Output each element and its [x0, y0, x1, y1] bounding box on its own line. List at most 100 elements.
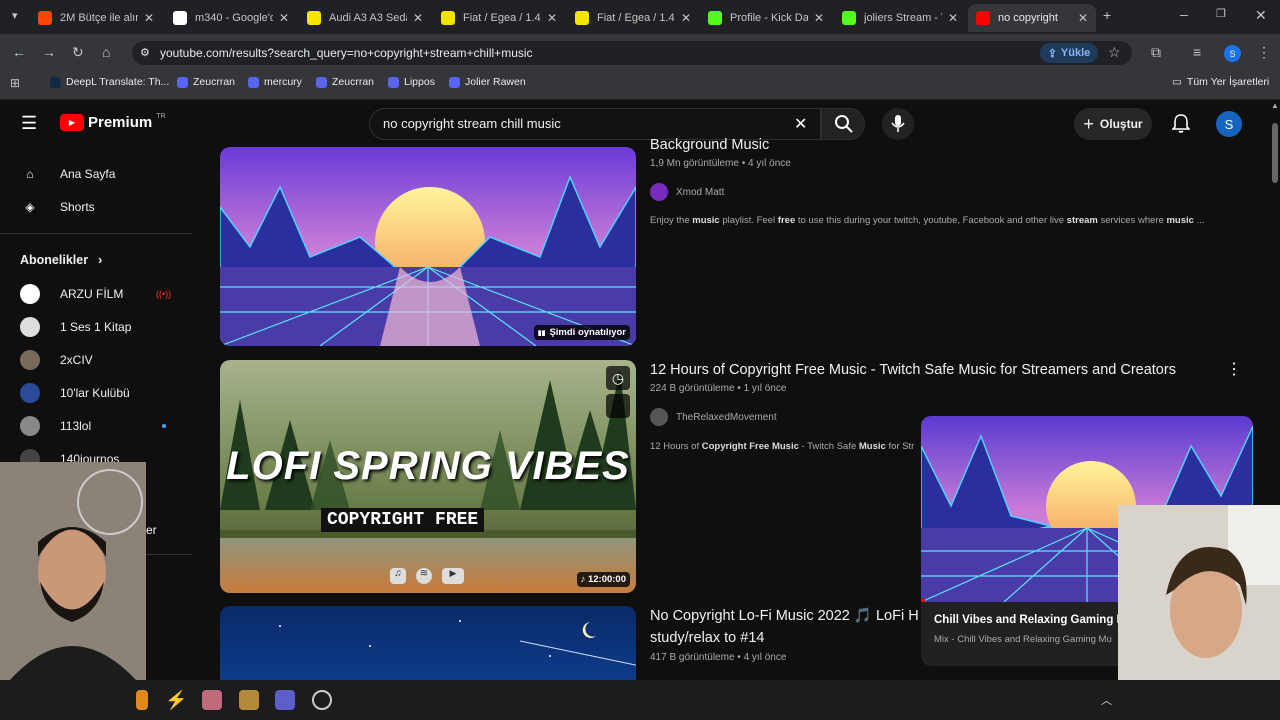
channel-avatar	[650, 183, 668, 201]
channel-avatar	[20, 284, 40, 304]
video-meta-1: 1,9 Mn görüntüleme • 4 yıl önce	[650, 158, 791, 169]
thumb-subtitle: COPYRIGHT FREE	[321, 508, 485, 532]
bookmark-item[interactable]: Zeucrran	[177, 76, 235, 88]
channel-avatar	[20, 350, 40, 370]
close-tab-icon[interactable]: ✕	[413, 11, 423, 25]
ghost-app-icon[interactable]	[202, 690, 222, 710]
create-button[interactable]: + Oluştur	[1074, 108, 1152, 140]
app-icon-orange[interactable]	[136, 690, 148, 710]
video-title-1[interactable]: Background Music	[650, 134, 769, 156]
sidebar-divider	[146, 554, 192, 555]
favicon-icon	[307, 11, 321, 25]
browser-tab[interactable]: Profile - Kick Da ✕	[700, 4, 832, 32]
bookmark-item[interactable]: Lippos	[388, 76, 435, 88]
channel-avatar	[650, 408, 668, 426]
tab-search-icon[interactable]: ▾	[12, 9, 18, 22]
menu-icon[interactable]: ⋮	[1257, 44, 1271, 61]
scrollbar-thumb[interactable]	[1272, 123, 1278, 183]
favicon-icon	[708, 11, 722, 25]
search-button[interactable]	[821, 108, 865, 140]
apps-icon[interactable]: ⊞	[10, 76, 20, 90]
plus-icon: +	[1083, 113, 1094, 134]
lightning-app-icon[interactable]: ⚡	[165, 690, 187, 710]
browser-tab[interactable]: joliers Stream - V ✕	[834, 4, 966, 32]
bookmark-item[interactable]: Zeucrran	[316, 76, 374, 88]
bookmark-item[interactable]: Jolier Rawen	[449, 76, 526, 88]
browser-tab[interactable]: 2M Bütçe ile alın ✕	[30, 4, 162, 32]
watch-later-icon[interactable]: ◷	[606, 366, 630, 390]
new-content-dot	[162, 424, 166, 428]
all-bookmarks[interactable]: ▭ Tüm Yer İşaretleri	[1172, 76, 1269, 88]
sidebar-divider	[0, 233, 192, 234]
video-thumbnail-1[interactable]: ▮▮ Şimdi oynatılıyor	[220, 147, 636, 346]
close-tab-icon[interactable]: ✕	[144, 11, 154, 25]
youtube-logo[interactable]: ▶ Premium TR	[60, 113, 166, 131]
sidebar-item-shorts[interactable]: ◈ Shorts	[0, 191, 192, 223]
close-window-icon[interactable]: ✕	[1255, 7, 1267, 24]
close-tab-icon[interactable]: ✕	[547, 11, 557, 25]
tab-label: m340 - Google'd	[195, 12, 273, 24]
spotify-icon: ≋	[416, 568, 432, 584]
minimize-icon[interactable]: –	[1180, 6, 1188, 22]
url-bar[interactable]: ⚙ youtube.com/results?search_query=no+co…	[132, 41, 1132, 65]
new-tab-icon[interactable]: +	[1103, 7, 1111, 23]
channel-link-1[interactable]: Xmod Matt	[650, 183, 724, 201]
forward-icon[interactable]: →	[42, 44, 56, 60]
subscriptions-heading[interactable]: Abonelikler ›	[20, 253, 102, 267]
subscription-item[interactable]: ARZU FİLM ((•))	[0, 278, 192, 310]
home-icon[interactable]: ⌂	[102, 44, 110, 60]
video-more-icon[interactable]: ⋮	[1226, 359, 1242, 379]
lol-app-icon[interactable]	[239, 690, 259, 710]
video-thumbnail-3[interactable]	[220, 606, 636, 680]
maximize-icon[interactable]: ❐	[1216, 7, 1226, 20]
subscription-item[interactable]: 2xCIV	[0, 344, 192, 376]
bookmark-item[interactable]: DeepL Translate: Th...	[50, 76, 169, 88]
close-tab-icon[interactable]: ✕	[279, 11, 289, 25]
miniplayer-title[interactable]: Chill Vibes and Relaxing Gaming Mu	[934, 614, 1133, 626]
taskbar	[0, 680, 1280, 720]
subscription-item[interactable]: 1 Ses 1 Kitap	[0, 311, 192, 343]
profile-avatar[interactable]: S	[1224, 45, 1241, 62]
close-tab-icon[interactable]: ✕	[814, 11, 824, 25]
bookmark-star-icon[interactable]: ☆	[1108, 44, 1121, 61]
home-icon: ⌂	[26, 167, 34, 181]
webcam-overlay-left	[0, 462, 146, 680]
tray-chevron-icon[interactable]: ︿	[1101, 692, 1112, 708]
upload-button[interactable]: ⇪ Yükle	[1040, 43, 1098, 63]
browser-tab[interactable]: m340 - Google'd ✕	[165, 4, 297, 32]
subscription-item[interactable]: 10'lar Kulübü	[0, 377, 192, 409]
bookmark-favicon-icon	[388, 76, 399, 88]
browser-tab[interactable]: Fiat / Egea / 1.4 ✕	[433, 4, 565, 32]
teams-app-icon[interactable]	[275, 690, 295, 710]
site-info-icon[interactable]: ⚙	[140, 41, 150, 65]
bookmark-favicon-icon	[316, 76, 327, 88]
miniplayer-subtitle: Mix - Chill Vibes and Relaxing Gaming Mu	[934, 634, 1112, 645]
add-to-queue-icon[interactable]	[606, 394, 630, 418]
settings-app-icon[interactable]	[312, 690, 332, 710]
video-thumbnail-2[interactable]: LOFI SPRING VIBES COPYRIGHT FREE ♫ ≋ ▶ ◷…	[220, 360, 636, 593]
channel-link-2[interactable]: TheRelaxedMovement	[650, 408, 777, 426]
browser-tab[interactable]: no copyright ✕	[968, 4, 1096, 32]
scroll-up-icon[interactable]: ▲	[1271, 101, 1279, 110]
subscription-item[interactable]: 113lol	[0, 410, 192, 442]
video-title-3[interactable]: No Copyright Lo-Fi Music 2022 🎵 LoFi H s…	[650, 605, 920, 649]
account-avatar[interactable]: S	[1216, 111, 1242, 137]
extensions-icon[interactable]: ⧉	[1151, 44, 1161, 61]
close-tab-icon[interactable]: ✕	[1078, 11, 1088, 25]
back-icon[interactable]: ←	[12, 44, 26, 60]
notifications-bell-icon[interactable]	[1172, 114, 1190, 134]
media-icon[interactable]: ≡	[1193, 44, 1201, 60]
close-tab-icon[interactable]: ✕	[948, 11, 958, 25]
browser-tab[interactable]: Fiat / Egea / 1.4 ✕	[567, 4, 699, 32]
video-title-2[interactable]: 12 Hours of Copyright Free Music - Twitc…	[650, 359, 1176, 381]
bookmark-item[interactable]: mercury	[248, 76, 302, 88]
hamburger-icon[interactable]: ☰	[21, 113, 37, 134]
browser-tab[interactable]: Audi A3 A3 Sedan ✕	[299, 4, 431, 32]
tab-strip: ▾ 2M Bütçe ile alın ✕ m340 - Google'd ✕ Audi…	[0, 0, 1280, 34]
clear-search-icon[interactable]: ✕	[794, 114, 807, 134]
reload-icon[interactable]: ↻	[72, 44, 84, 61]
voice-search-button[interactable]	[882, 108, 914, 140]
channel-avatar	[20, 383, 40, 403]
close-tab-icon[interactable]: ✕	[681, 11, 691, 25]
sidebar-item-home[interactable]: ⌂ Ana Sayfa	[0, 158, 192, 190]
